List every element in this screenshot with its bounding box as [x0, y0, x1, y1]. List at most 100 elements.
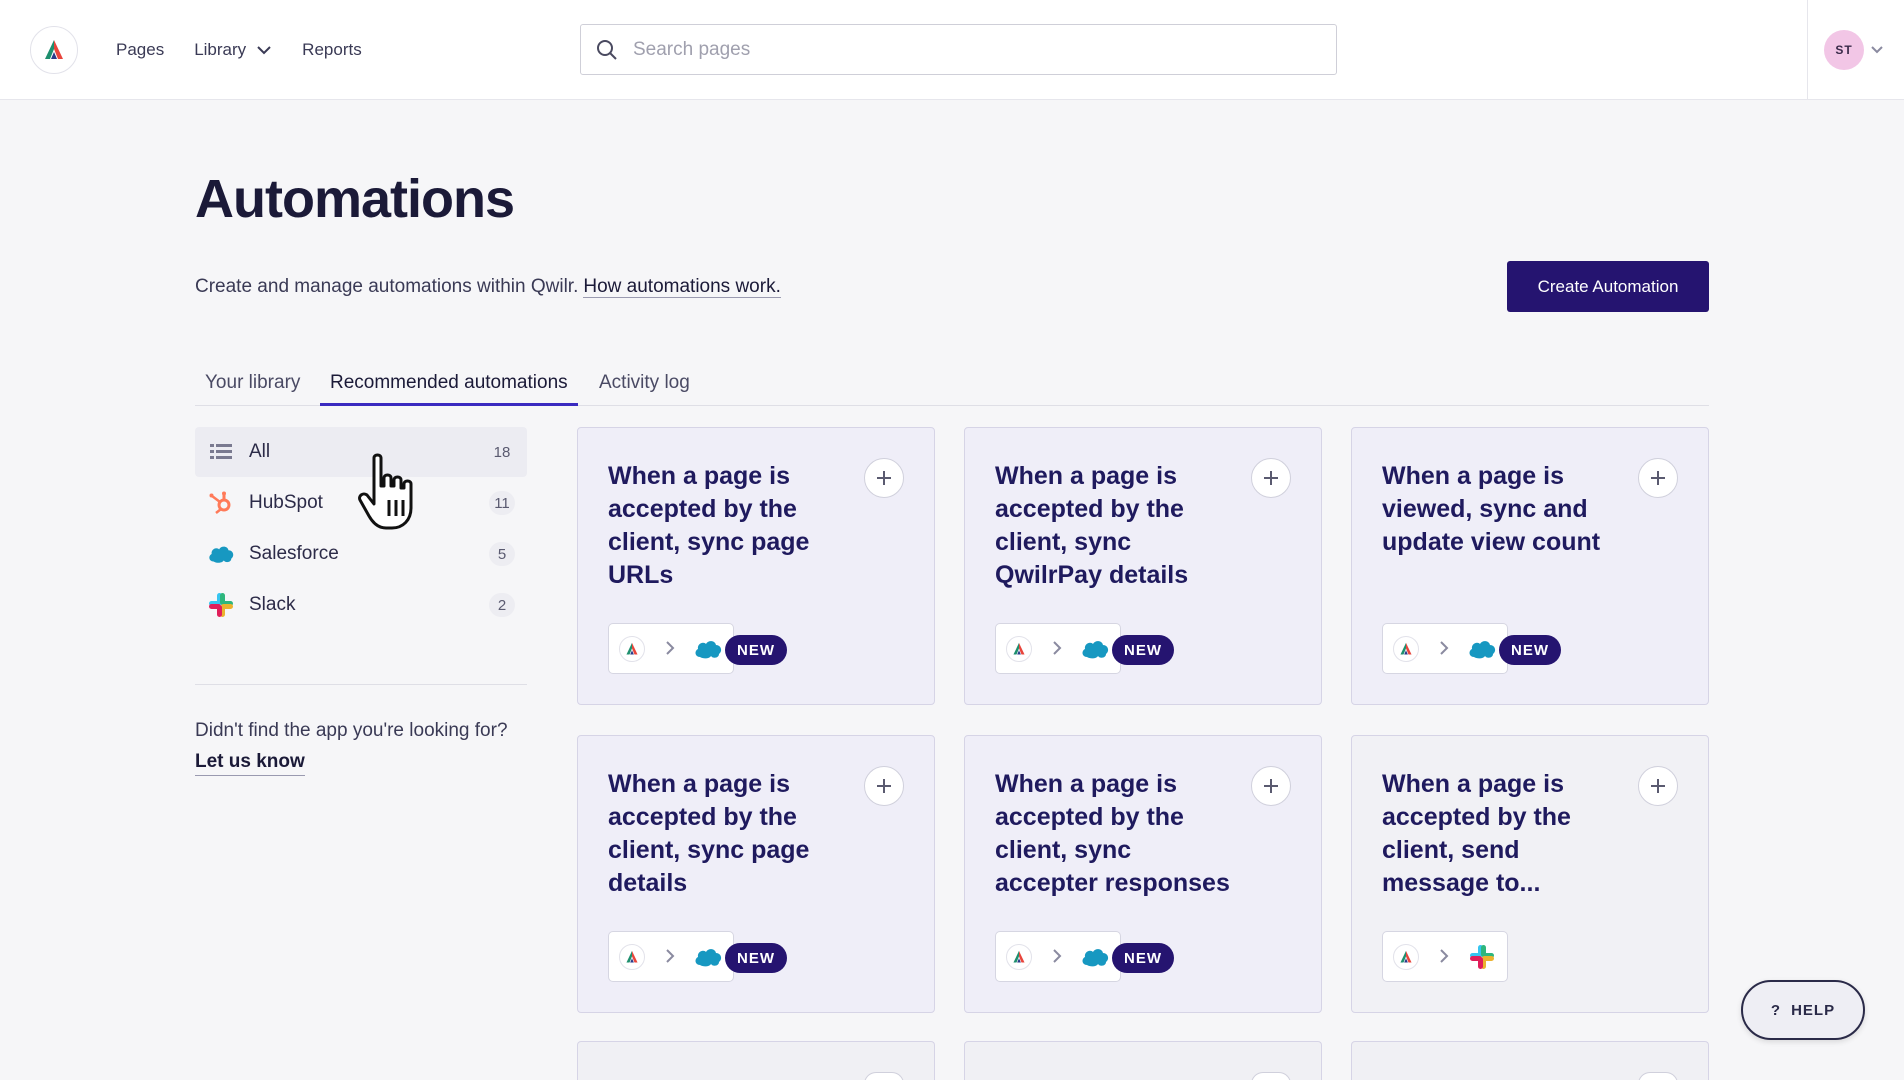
chevron-right-icon — [666, 949, 675, 963]
nav-library[interactable]: Library — [194, 40, 272, 60]
add-automation-button[interactable] — [1638, 766, 1678, 806]
topbar-divider — [1807, 0, 1808, 100]
plus-icon — [1651, 779, 1665, 793]
tab-bar: Your library Recommended automations Act… — [195, 370, 1709, 406]
qwilr-logo-icon — [1006, 944, 1032, 970]
filter-count: 5 — [489, 542, 515, 566]
salesforce-icon — [1465, 636, 1499, 662]
automation-card-partial[interactable] — [1351, 1041, 1709, 1080]
integration-flow — [1382, 623, 1508, 674]
salesforce-icon — [207, 540, 235, 568]
nav-reports[interactable]: Reports — [302, 40, 362, 60]
automation-card[interactable]: When a page is accepted by the client, s… — [964, 427, 1322, 705]
filter-label: HubSpot — [249, 492, 323, 513]
chevron-right-icon — [1440, 949, 1449, 963]
automation-card-partial[interactable] — [577, 1041, 935, 1080]
qwilr-logo-icon — [619, 636, 645, 662]
add-automation-button[interactable] — [864, 458, 904, 498]
create-automation-button[interactable]: Create Automation — [1507, 261, 1709, 312]
filter-label: Salesforce — [249, 543, 339, 564]
list-icon — [207, 438, 235, 466]
hand-pointer-cursor-icon — [358, 453, 413, 530]
plus-icon — [877, 779, 891, 793]
hubspot-icon — [207, 489, 235, 517]
chevron-right-icon — [666, 641, 675, 655]
question-icon: ? — [1770, 1001, 1782, 1019]
chevron-right-icon — [1053, 949, 1062, 963]
user-menu[interactable]: ST — [1824, 30, 1884, 70]
automation-card[interactable]: When a page is viewed, sync and update v… — [1351, 427, 1709, 705]
new-badge: NEW — [1112, 635, 1174, 665]
how-automations-work-link[interactable]: How automations work. — [583, 276, 781, 298]
filter-count: 2 — [489, 593, 515, 617]
salesforce-icon — [691, 636, 725, 662]
filter-salesforce[interactable]: Salesforce 5 — [195, 529, 527, 579]
qwilr-logo-icon — [619, 944, 645, 970]
card-title: When a page is viewed, sync and update v… — [1382, 462, 1601, 556]
top-bar: Pages Library Reports ST — [0, 0, 1904, 100]
new-badge: NEW — [1112, 943, 1174, 973]
salesforce-icon — [1078, 944, 1112, 970]
add-automation-button[interactable] — [1251, 458, 1291, 498]
integration-flow — [995, 623, 1121, 674]
qwilr-logo-icon — [45, 40, 63, 59]
qwilr-logo-icon — [1393, 636, 1419, 662]
plus-icon — [1651, 471, 1665, 485]
description-text: Create and manage automations within Qwi… — [195, 276, 579, 297]
integration-flow — [995, 931, 1121, 982]
automation-card[interactable]: When a page is accepted by the client, s… — [577, 735, 935, 1013]
card-title: When a page is accepted by the client, s… — [995, 770, 1230, 897]
card-title: When a page is accepted by the client, s… — [608, 462, 810, 589]
slack-icon — [1465, 944, 1499, 970]
plus-icon — [1264, 779, 1278, 793]
filter-count: 11 — [489, 491, 515, 515]
filter-label: All — [249, 441, 271, 462]
add-automation-button[interactable] — [1251, 766, 1291, 806]
add-automation-button[interactable] — [864, 766, 904, 806]
help-button[interactable]: ? HELP — [1741, 980, 1865, 1040]
new-badge: NEW — [725, 943, 787, 973]
chevron-right-icon — [1053, 641, 1062, 655]
search-input[interactable] — [633, 38, 1293, 61]
salesforce-icon — [1078, 636, 1112, 662]
chevron-right-icon — [1440, 641, 1449, 655]
plus-icon — [877, 471, 891, 485]
tab-recommended-automations[interactable]: Recommended automations — [320, 372, 578, 406]
new-badge: NEW — [725, 635, 787, 665]
integration-flow — [1382, 931, 1508, 982]
add-automation-button[interactable] — [864, 1072, 904, 1080]
plus-icon — [1264, 471, 1278, 485]
filter-slack[interactable]: Slack 2 — [195, 580, 527, 630]
nav-pages[interactable]: Pages — [116, 40, 164, 60]
automation-card[interactable]: When a page is accepted by the client, s… — [964, 735, 1322, 1013]
slack-icon — [207, 591, 235, 619]
integration-flow — [608, 623, 734, 674]
card-title: When a page is accepted by the client, s… — [608, 770, 810, 897]
qwilr-logo[interactable] — [30, 26, 78, 74]
integration-flow — [608, 931, 734, 982]
tab-activity-log[interactable]: Activity log — [589, 372, 700, 406]
automation-card[interactable]: When a page is accepted by the client, s… — [577, 427, 935, 705]
help-label: HELP — [1791, 1001, 1836, 1019]
automation-card[interactable]: When a page is accepted by the client, s… — [1351, 735, 1709, 1013]
main-nav: Pages Library Reports — [116, 0, 362, 100]
salesforce-icon — [691, 944, 725, 970]
search-icon — [597, 39, 617, 60]
search-box[interactable] — [580, 24, 1337, 75]
let-us-know-link[interactable]: Let us know — [195, 751, 305, 776]
filter-count: 18 — [493, 443, 511, 461]
add-automation-button[interactable] — [1638, 1072, 1678, 1080]
tab-your-library[interactable]: Your library — [195, 372, 310, 406]
automation-card-partial[interactable] — [964, 1041, 1322, 1080]
add-automation-button[interactable] — [1638, 458, 1678, 498]
card-title: When a page is accepted by the client, s… — [995, 462, 1189, 589]
qwilr-logo-icon — [1006, 636, 1032, 662]
add-automation-button[interactable] — [1251, 1072, 1291, 1080]
card-title: When a page is accepted by the client, s… — [1382, 770, 1571, 897]
missing-app-text: Didn't find the app you're looking for? — [195, 720, 508, 741]
qwilr-logo-icon — [1393, 944, 1419, 970]
filter-label: Slack — [249, 594, 296, 615]
chevron-down-icon — [1871, 46, 1883, 54]
sidebar-divider — [195, 684, 527, 685]
avatar: ST — [1824, 30, 1864, 70]
